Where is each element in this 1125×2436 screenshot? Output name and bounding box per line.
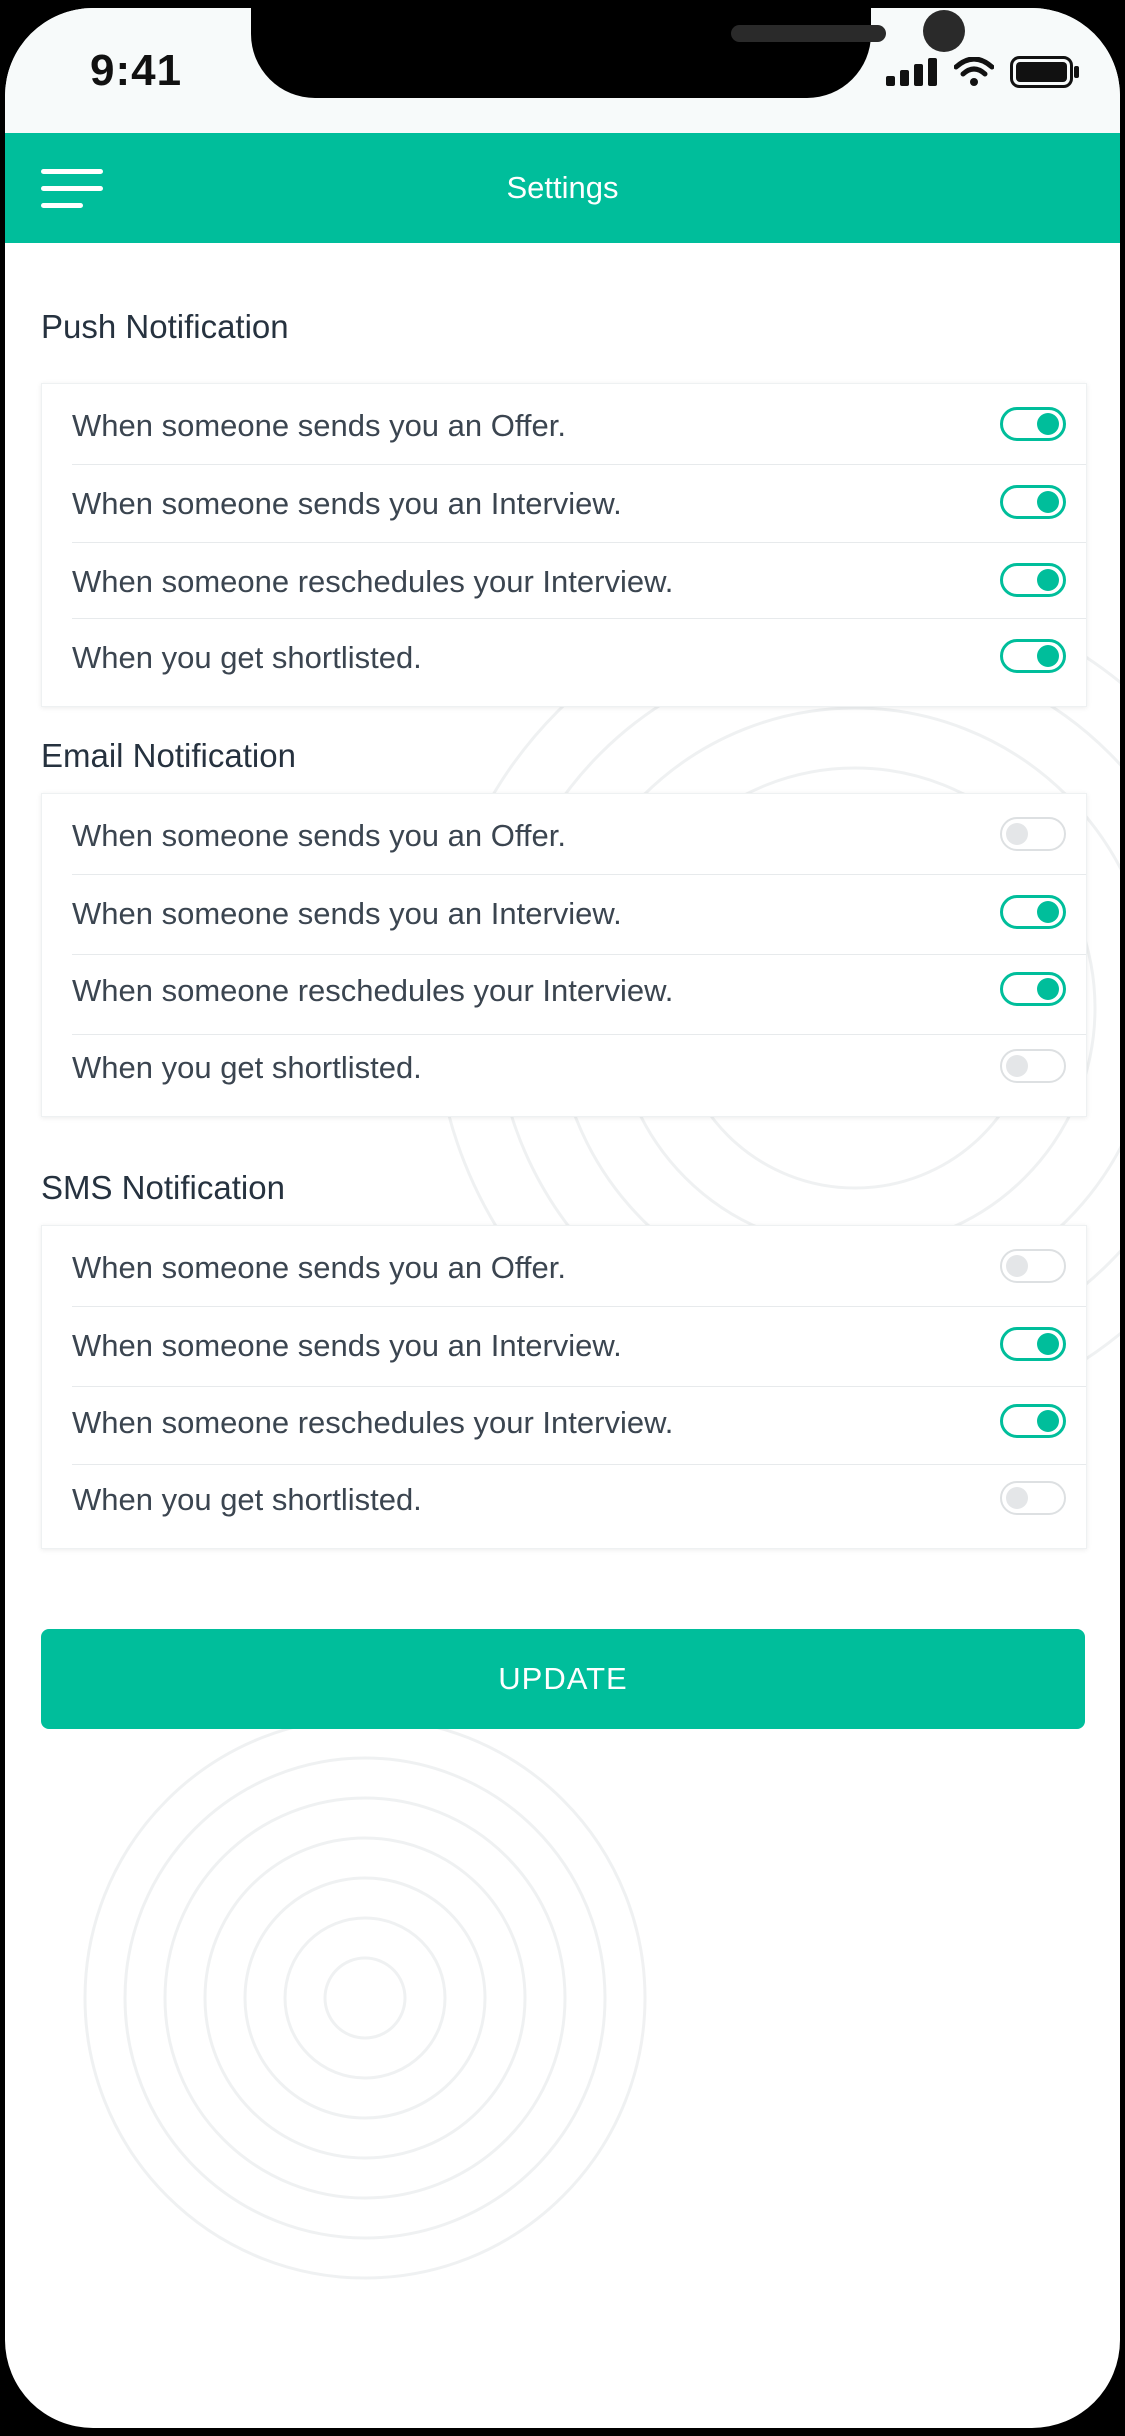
toggle-knob bbox=[1037, 569, 1059, 591]
row-label: When you get shortlisted. bbox=[72, 640, 422, 675]
update-button[interactable]: UPDATE bbox=[41, 1629, 1085, 1729]
sms-row-shortlisted: When you get shortlisted. bbox=[72, 1461, 1086, 1538]
status-time: 9:41 bbox=[90, 46, 183, 95]
push-interview-toggle[interactable] bbox=[1000, 485, 1066, 519]
section-title-sms: SMS Notification bbox=[41, 1169, 285, 1206]
sms-row-interview: When someone sends you an Interview. bbox=[72, 1307, 1086, 1384]
toggle-knob bbox=[1006, 1255, 1028, 1277]
toggle-knob bbox=[1037, 978, 1059, 1000]
push-row-interview: When someone sends you an Interview. bbox=[72, 465, 1086, 542]
sms-interview-toggle[interactable] bbox=[1000, 1327, 1066, 1361]
section-title-email: Email Notification bbox=[41, 737, 296, 774]
cellular-signal-icon bbox=[886, 58, 937, 86]
sms-offer-toggle[interactable] bbox=[1000, 1249, 1066, 1283]
page-title: Settings bbox=[506, 170, 619, 205]
email-offer-toggle[interactable] bbox=[1000, 817, 1066, 851]
toggle-knob bbox=[1037, 645, 1059, 667]
section-title-push: Push Notification bbox=[41, 308, 289, 345]
hamburger-menu-button[interactable] bbox=[41, 169, 107, 209]
battery-icon bbox=[1010, 56, 1079, 88]
row-label: When someone sends you an Offer. bbox=[72, 818, 567, 853]
sms-row-reschedule: When someone reschedules your Interview. bbox=[72, 1384, 1086, 1461]
toggle-knob bbox=[1037, 1410, 1059, 1432]
push-row-offer: When someone sends you an Offer. bbox=[72, 387, 1086, 464]
toggle-knob bbox=[1006, 1487, 1028, 1509]
push-reschedule-toggle[interactable] bbox=[1000, 563, 1066, 597]
toggle-knob bbox=[1006, 823, 1028, 845]
status-icons bbox=[886, 56, 1080, 88]
sms-reschedule-toggle[interactable] bbox=[1000, 1404, 1066, 1438]
push-row-shortlisted: When you get shortlisted. bbox=[72, 619, 1086, 696]
row-label: When someone sends you an Interview. bbox=[72, 896, 622, 931]
status-bar: 9:41 bbox=[5, 8, 1120, 133]
row-label: When someone reschedules your Interview. bbox=[72, 973, 674, 1008]
toggle-knob bbox=[1006, 1055, 1028, 1077]
sms-notification-card: When someone sends you an Offer. When so… bbox=[41, 1225, 1087, 1549]
row-label: When you get shortlisted. bbox=[72, 1050, 422, 1085]
row-label: When someone sends you an Interview. bbox=[72, 486, 622, 521]
email-row-offer: When someone sends you an Offer. bbox=[72, 797, 1086, 874]
phone-screen: 9:41 Settings Push Notification When som… bbox=[5, 8, 1120, 2428]
email-interview-toggle[interactable] bbox=[1000, 895, 1066, 929]
row-label: When someone sends you an Interview. bbox=[72, 1328, 622, 1363]
sms-row-offer: When someone sends you an Offer. bbox=[72, 1229, 1086, 1306]
toggle-knob bbox=[1037, 413, 1059, 435]
row-label: When someone sends you an Offer. bbox=[72, 408, 567, 443]
hamburger-menu-icon bbox=[41, 169, 103, 208]
row-label: When you get shortlisted. bbox=[72, 1482, 422, 1517]
fingerprint-background-pattern bbox=[83, 586, 1120, 2280]
email-reschedule-toggle[interactable] bbox=[1000, 972, 1066, 1006]
push-row-reschedule: When someone reschedules your Interview. bbox=[72, 543, 1086, 620]
row-label: When someone reschedules your Interview. bbox=[72, 1405, 674, 1440]
email-shortlisted-toggle[interactable] bbox=[1000, 1049, 1066, 1083]
sms-shortlisted-toggle[interactable] bbox=[1000, 1481, 1066, 1515]
push-offer-toggle[interactable] bbox=[1000, 407, 1066, 441]
email-row-interview: When someone sends you an Interview. bbox=[72, 875, 1086, 952]
email-row-shortlisted: When you get shortlisted. bbox=[72, 1029, 1086, 1106]
app-header: Settings bbox=[5, 133, 1120, 243]
toggle-knob bbox=[1037, 491, 1059, 513]
row-label: When someone sends you an Offer. bbox=[72, 1250, 567, 1285]
toggle-knob bbox=[1037, 901, 1059, 923]
email-notification-card: When someone sends you an Offer. When so… bbox=[41, 793, 1087, 1117]
toggle-knob bbox=[1037, 1333, 1059, 1355]
push-notification-card: When someone sends you an Offer. When so… bbox=[41, 383, 1087, 707]
push-shortlisted-toggle[interactable] bbox=[1000, 639, 1066, 673]
row-label: When someone reschedules your Interview. bbox=[72, 564, 674, 599]
device-notch bbox=[251, 8, 965, 98]
email-row-reschedule: When someone reschedules your Interview. bbox=[72, 952, 1086, 1029]
wifi-icon bbox=[954, 57, 994, 86]
front-camera bbox=[923, 10, 965, 52]
speaker-grille bbox=[731, 25, 886, 42]
